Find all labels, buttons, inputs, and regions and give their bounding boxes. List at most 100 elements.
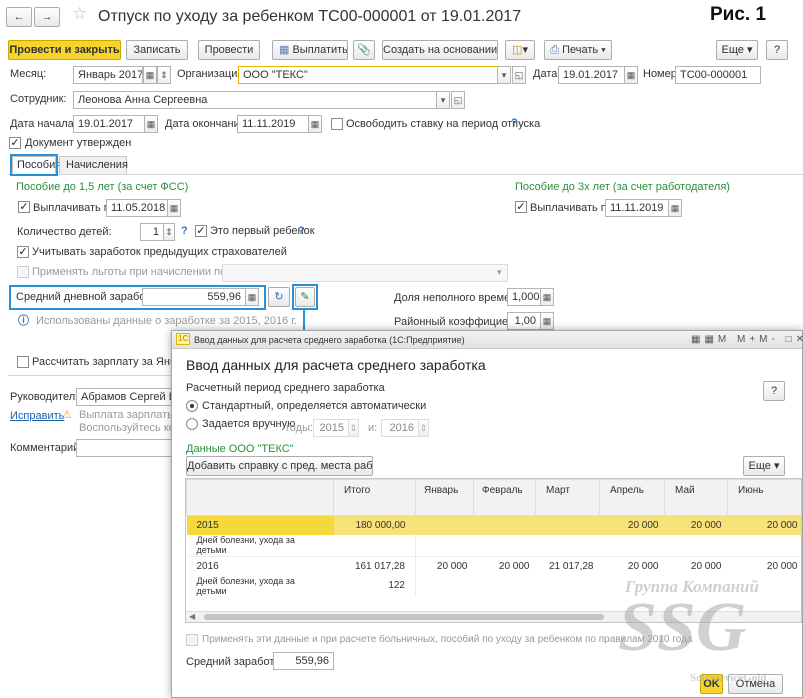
forward-button[interactable]: → — [34, 7, 60, 27]
table-row[interactable]: 2015 180 000,00 20 000 20 000 20 000 — [186, 515, 801, 535]
dialog-more-button[interactable]: Еще ▾ — [743, 456, 785, 476]
district-coef-field[interactable]: 1,00 — [507, 312, 541, 330]
column-header[interactable]: Июнь — [727, 479, 801, 516]
table-cell[interactable] — [728, 535, 802, 557]
more-button[interactable]: Еще ▾ — [716, 40, 758, 60]
end-date-calendar-button[interactable]: ▦ — [308, 115, 322, 133]
table-cell[interactable]: 20 000 — [600, 557, 665, 576]
benefits-select-field[interactable] — [222, 264, 508, 282]
month-spin-button[interactable]: ⇕ — [157, 66, 171, 84]
employer-pay-checkbox[interactable]: ✓ — [515, 201, 527, 213]
table-cell[interactable]: 20 000 — [599, 515, 665, 535]
dialog-help-button[interactable]: ? — [763, 381, 785, 401]
employee-field[interactable]: Леонова Анна Сергеевна — [73, 91, 437, 109]
avg-daily-calc-button[interactable]: ▦ — [245, 288, 259, 306]
year-from-field[interactable]: 2015 — [313, 419, 349, 437]
table-cell[interactable]: 20 000 — [664, 515, 728, 535]
number-field[interactable]: ТС00-000001 — [675, 66, 761, 84]
calc-salary-checkbox[interactable] — [17, 356, 29, 368]
employer-pay-calendar-button[interactable]: ▦ — [668, 199, 682, 217]
table-cell[interactable] — [600, 535, 665, 557]
free-rate-help-icon[interactable]: ? — [511, 116, 518, 130]
table-cell[interactable]: 161 017,28 — [333, 556, 416, 576]
year-to-field[interactable]: 2016 — [381, 419, 419, 437]
month-field[interactable]: Январь 2017 — [73, 66, 143, 84]
dialog-title-buttons[interactable]: ▦▦M M+M- □✕ — [691, 333, 803, 347]
table-cell[interactable] — [415, 515, 474, 535]
save-button[interactable]: Записать — [126, 40, 188, 60]
table-cell[interactable]: 20 000 — [665, 557, 728, 576]
date-field[interactable]: 19.01.2017 — [558, 66, 625, 84]
help-button[interactable]: ? — [766, 40, 788, 60]
add-certificate-button[interactable]: Добавить справку с пред. места работы — [186, 456, 373, 476]
apply-2010-checkbox[interactable] — [186, 634, 198, 646]
table-cell[interactable]: 20 000 — [474, 557, 536, 576]
employee-dropdown-button[interactable]: ▾ — [436, 91, 450, 109]
table-cell[interactable]: 20 000 — [728, 557, 802, 576]
post-and-close-button[interactable]: Провести и закрыть — [8, 40, 121, 60]
column-header[interactable]: Май — [664, 479, 728, 516]
table-cell[interactable]: 180 000,00 — [333, 515, 416, 535]
table-cell[interactable] — [536, 535, 600, 557]
year-from-spin[interactable]: ⇕ — [348, 419, 359, 437]
table-cell[interactable] — [333, 534, 416, 557]
scrollbar-thumb[interactable] — [204, 614, 604, 620]
children-help-icon[interactable]: ? — [181, 224, 188, 238]
table-cell[interactable] — [474, 535, 536, 557]
table-row[interactable]: Дней болезни, ухода за детьми — [187, 534, 802, 557]
org-field[interactable]: ООО "ТЕКС" — [238, 66, 498, 84]
dialog-avg-field[interactable]: 559,96 — [273, 652, 334, 670]
org-dropdown-button[interactable]: ▾ — [497, 66, 511, 84]
comment-field[interactable] — [76, 439, 176, 457]
attach-button[interactable]: 📎 — [353, 40, 375, 60]
start-date-field[interactable]: 19.01.2017 — [73, 115, 145, 133]
table-cell[interactable] — [416, 576, 474, 596]
table-cell[interactable] — [474, 576, 536, 596]
table-cell[interactable]: 122 — [333, 575, 416, 596]
free-rate-checkbox[interactable] — [331, 118, 343, 130]
part-time-calc-button[interactable]: ▦ — [540, 288, 554, 306]
employee-open-button[interactable]: ◱ — [451, 91, 465, 109]
table-cell[interactable]: 21 017,28 — [536, 557, 600, 576]
fix-link[interactable]: Исправить — [10, 409, 64, 423]
favorite-star-icon[interactable]: ☆ — [72, 5, 87, 22]
children-count-spin[interactable]: ⇕ — [163, 223, 175, 241]
children-count-field[interactable]: 1 — [140, 223, 164, 241]
post-button[interactable]: Провести — [198, 40, 260, 60]
first-child-checkbox[interactable]: ✓ — [195, 225, 207, 237]
avg-daily-field[interactable]: 559,96 — [142, 288, 246, 306]
prev-employers-checkbox[interactable]: ✓ — [17, 246, 29, 258]
pay-until-field[interactable]: 11.05.2018 — [106, 199, 168, 217]
table-cell[interactable] — [665, 535, 728, 557]
table-cell[interactable] — [536, 576, 600, 596]
manual-period-radio[interactable] — [186, 418, 198, 430]
edit-average-button[interactable]: ✎ — [295, 287, 315, 307]
print-button[interactable]: ⎙ Печать ▾ — [544, 40, 612, 60]
manager-field[interactable]: Абрамов Сергей Викто — [76, 388, 176, 406]
employer-pay-field[interactable]: 11.11.2019 — [605, 199, 669, 217]
standard-period-radio[interactable] — [186, 400, 198, 412]
month-calendar-button[interactable]: ▦ — [143, 66, 157, 84]
table-cell[interactable] — [473, 515, 536, 535]
year-to-spin[interactable]: ⇕ — [418, 419, 429, 437]
first-child-help-icon[interactable]: ? — [298, 224, 305, 238]
table-cell[interactable] — [416, 535, 474, 557]
pay-until-checkbox[interactable]: ✓ — [18, 201, 30, 213]
apply-benefits-checkbox[interactable] — [17, 266, 29, 278]
date-calendar-button[interactable]: ▦ — [624, 66, 638, 84]
approved-checkbox[interactable]: ✓ — [9, 137, 21, 149]
table-cell[interactable]: 20 000 — [727, 515, 801, 535]
related-docs-button[interactable]: ◫▾ — [505, 40, 535, 60]
column-header[interactable]: Февраль — [473, 479, 536, 516]
create-based-on-button[interactable]: Создать на основании ▾ — [382, 40, 498, 60]
pay-button[interactable]: ▦ Выплатить — [272, 40, 348, 60]
start-date-calendar-button[interactable]: ▦ — [144, 115, 158, 133]
column-header[interactable]: Апрель — [599, 479, 665, 516]
pay-until-calendar-button[interactable]: ▦ — [167, 199, 181, 217]
back-button[interactable]: ← — [6, 7, 32, 27]
column-header[interactable]: Итого — [333, 479, 416, 516]
refresh-button[interactable]: ↻ — [268, 287, 290, 307]
table-cell[interactable]: 20 000 — [416, 557, 474, 576]
table-row[interactable]: 2016 161 017,28 20 000 20 000 21 017,28 … — [186, 556, 802, 576]
table-cell[interactable] — [535, 515, 600, 535]
